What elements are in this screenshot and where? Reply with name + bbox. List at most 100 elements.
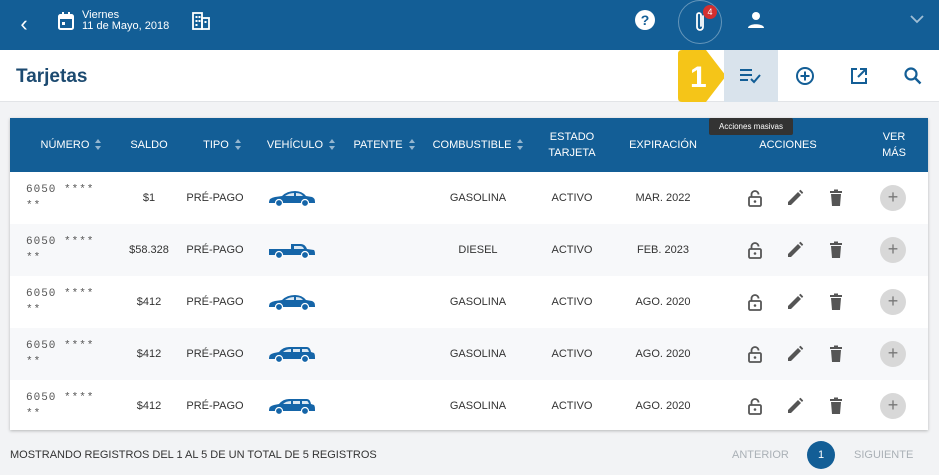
- card-balance: $1: [142, 192, 156, 204]
- card-plate: [344, 172, 424, 224]
- card-plate: [344, 380, 424, 430]
- search-icon[interactable]: [903, 66, 923, 86]
- card-plate: [344, 328, 424, 380]
- lock-icon[interactable]: [746, 397, 764, 415]
- card-balance: $412: [136, 400, 162, 412]
- card-status: ACTIVO: [551, 348, 593, 360]
- lock-icon[interactable]: [746, 241, 764, 259]
- card-balance: $58.328: [129, 244, 169, 256]
- see-more-plus-icon[interactable]: +: [880, 341, 906, 367]
- open-external-icon[interactable]: [849, 66, 869, 86]
- card-balance: $412: [136, 348, 162, 360]
- card-type: PRÉ-PAGO: [186, 192, 244, 204]
- add-circle-icon[interactable]: [795, 66, 815, 86]
- wagon-icon: [264, 380, 320, 430]
- table-footer: MOSTRANDO REGISTROS DEL 1 AL 5 DE UN TOT…: [0, 440, 939, 470]
- col-numero[interactable]: NÚMERO: [10, 118, 132, 172]
- card-fuel: DIESEL: [458, 244, 498, 256]
- card-type: PRÉ-PAGO: [186, 296, 244, 308]
- card-plate: [344, 224, 424, 276]
- chevron-down-icon[interactable]: [910, 14, 924, 24]
- pickup-icon: [264, 224, 320, 276]
- calendar-icon: [58, 12, 74, 30]
- col-combustible[interactable]: COMBUSTIBLE: [428, 118, 528, 172]
- user-icon[interactable]: [747, 11, 765, 29]
- col-saldo: SALDO: [130, 139, 168, 151]
- col-vehiculo[interactable]: VEHÍCULO: [258, 118, 344, 172]
- sort-icon: [408, 139, 415, 151]
- col-expiracion: EXPIRACIÓN: [629, 139, 697, 151]
- card-status: ACTIVO: [551, 296, 593, 308]
- sedan-icon: [264, 276, 320, 328]
- wagon-icon: [264, 328, 320, 380]
- sort-icon: [517, 139, 524, 151]
- sort-icon: [329, 139, 336, 151]
- see-more-plus-icon[interactable]: +: [880, 393, 906, 419]
- col-patente[interactable]: PATENTE: [344, 118, 424, 172]
- card-number: 6050 **** **: [26, 236, 95, 264]
- lock-icon[interactable]: [746, 189, 764, 207]
- page-1-button[interactable]: 1: [807, 441, 835, 469]
- table-row: 6050 **** ** $58.328 PRÉ-PAGO DIESEL ACTIVO F…: [10, 224, 928, 276]
- see-more-plus-icon[interactable]: +: [880, 237, 906, 263]
- trash-icon[interactable]: [827, 241, 845, 259]
- card-expiration: AGO. 2020: [635, 400, 691, 412]
- trash-icon[interactable]: [827, 293, 845, 311]
- card-expiration: AGO. 2020: [635, 348, 691, 360]
- card-number: 6050 **** **: [26, 392, 95, 420]
- see-more-plus-icon[interactable]: +: [880, 185, 906, 211]
- card-fuel: GASOLINA: [449, 296, 507, 308]
- step-marker: 1: [678, 50, 726, 102]
- page-title: Tarjetas: [16, 66, 88, 87]
- card-plate: [344, 276, 424, 328]
- card-balance: $412: [136, 296, 162, 308]
- records-summary: MOSTRANDO REGISTROS DEL 1 AL 5 DE UN TOT…: [10, 449, 377, 461]
- table-row: 6050 **** ** $1 PRÉ-PAGO GASOLINA ACTIVO MAR.…: [10, 172, 928, 224]
- card-type: PRÉ-PAGO: [186, 244, 244, 256]
- edit-pencil-icon[interactable]: [786, 241, 804, 259]
- table-row: 6050 **** ** $412 PRÉ-PAGO GASOLINA ACTIVO AG…: [10, 328, 928, 380]
- table-row: 6050 **** ** $412 PRÉ-PAGO GASOLINA ACTIVO AG…: [10, 380, 928, 430]
- top-bar: ‹ Viernes 11 de Mayo, 2018 ? 4: [0, 0, 939, 50]
- card-expiration: FEB. 2023: [637, 244, 689, 256]
- col-ver-mas: VER MÁS: [882, 131, 906, 159]
- lock-icon[interactable]: [746, 345, 764, 363]
- card-type: PRÉ-PAGO: [186, 400, 244, 412]
- notification-badge: 4: [703, 5, 717, 19]
- previous-page-link[interactable]: ANTERIOR: [732, 449, 789, 461]
- card-number: 6050 **** **: [26, 340, 95, 368]
- trash-icon[interactable]: [827, 397, 845, 415]
- table-row: 6050 **** ** $412 PRÉ-PAGO GASOLINA ACTIVO AG…: [10, 276, 928, 328]
- col-tipo[interactable]: TIPO: [186, 118, 258, 172]
- card-number: 6050 **** **: [26, 184, 95, 212]
- back-arrow-icon[interactable]: ‹: [14, 12, 34, 36]
- edit-pencil-icon[interactable]: [786, 397, 804, 415]
- date-full: 11 de Mayo, 2018: [82, 20, 170, 32]
- edit-pencil-icon[interactable]: [786, 345, 804, 363]
- bulk-actions-button[interactable]: [724, 50, 778, 102]
- building-icon[interactable]: [192, 12, 210, 30]
- card-status: ACTIVO: [551, 400, 593, 412]
- card-expiration: AGO. 2020: [635, 296, 691, 308]
- edit-pencil-icon[interactable]: [786, 293, 804, 311]
- col-estado: ESTADO TARJETA: [548, 131, 596, 159]
- card-fuel: GASOLINA: [449, 348, 507, 360]
- card-number: 6050 **** **: [26, 288, 95, 316]
- card-status: ACTIVO: [551, 192, 593, 204]
- playlist-check-icon: [740, 69, 761, 84]
- step-number: 1: [690, 61, 707, 94]
- next-page-link[interactable]: SIGUIENTE: [854, 449, 913, 461]
- lock-icon[interactable]: [746, 293, 764, 311]
- help-icon[interactable]: ?: [635, 10, 655, 30]
- see-more-plus-icon[interactable]: +: [880, 289, 906, 315]
- bulk-actions-tooltip: Acciones masivas: [709, 118, 793, 135]
- sedan-icon: [264, 172, 320, 224]
- current-date: Viernes 11 de Mayo, 2018: [82, 10, 169, 32]
- card-status: ACTIVO: [551, 244, 593, 256]
- card-fuel: GASOLINA: [449, 400, 507, 412]
- card-expiration: MAR. 2022: [635, 192, 691, 204]
- trash-icon[interactable]: [827, 345, 845, 363]
- edit-pencil-icon[interactable]: [786, 189, 804, 207]
- trash-icon[interactable]: [827, 189, 845, 207]
- sort-icon: [234, 139, 241, 151]
